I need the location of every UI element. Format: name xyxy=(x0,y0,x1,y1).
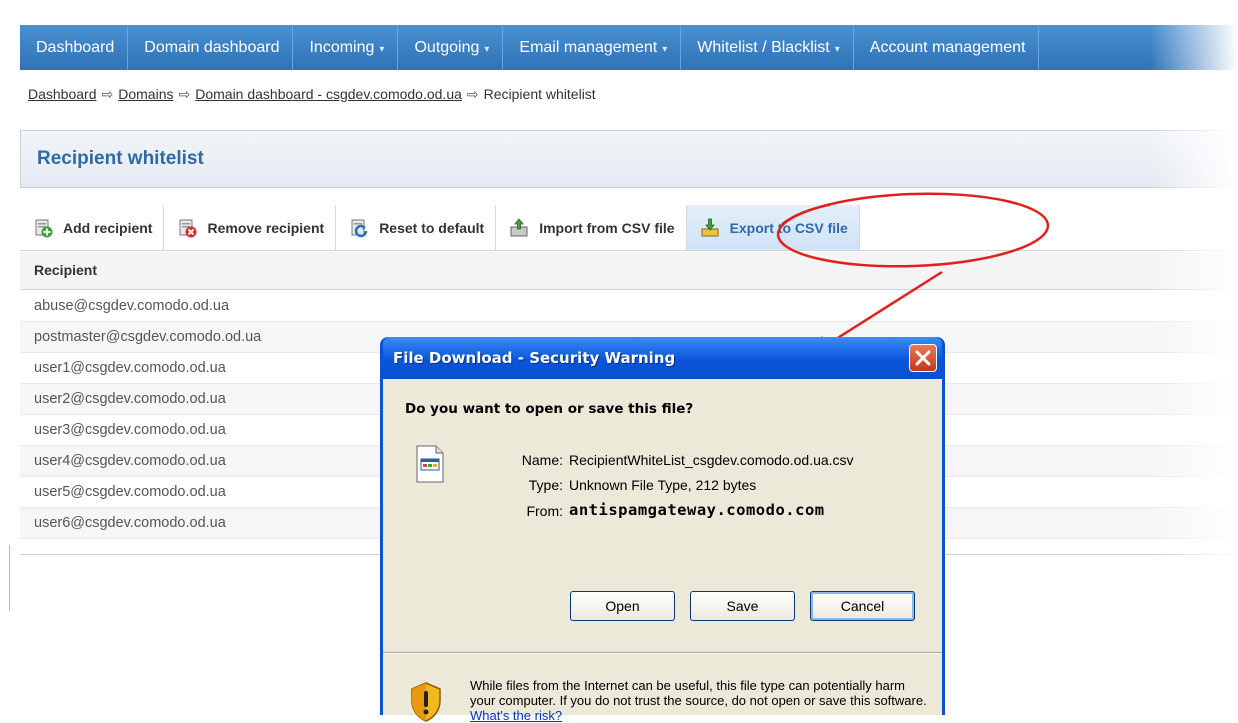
top-navigation: Dashboard Domain dashboard Incoming ▾ Out… xyxy=(20,25,1238,70)
shield-warning-icon xyxy=(411,682,441,722)
caret-down-icon: ▾ xyxy=(484,44,490,55)
reset-to-default-button[interactable]: Reset to default xyxy=(336,205,497,250)
export-csv-button[interactable]: Export to CSV file xyxy=(686,205,860,250)
nav-label: Incoming xyxy=(309,39,375,56)
reset-icon xyxy=(351,219,368,237)
divider xyxy=(9,545,10,611)
nav-label: Whitelist / Blacklist xyxy=(697,39,830,56)
import-csv-label: Import from CSV file xyxy=(539,219,675,236)
toolbar: Add recipient Remove recipient Reset to … xyxy=(20,205,1238,251)
save-button[interactable]: Save xyxy=(690,591,795,621)
name-label: Name: xyxy=(521,452,563,468)
nav-domain-dashboard[interactable]: Domain dashboard xyxy=(128,25,294,70)
file-icon xyxy=(416,445,444,483)
nav-label: Account management xyxy=(869,39,1026,56)
type-label: Type: xyxy=(528,477,563,493)
file-type-value: Unknown File Type, 212 bytes xyxy=(569,477,757,493)
nav-label: Dashboard xyxy=(36,39,115,56)
nav-dashboard[interactable]: Dashboard xyxy=(20,25,129,70)
whats-the-risk-link[interactable]: What's the risk? xyxy=(470,708,562,723)
file-source-value: antispamgateway.comodo.com xyxy=(569,501,825,519)
table-row[interactable]: abuse@csgdev.comodo.od.ua xyxy=(20,291,1238,322)
page-title-bar: Recipient whitelist xyxy=(20,130,1238,188)
breadcrumb-current: Recipient whitelist xyxy=(483,86,596,102)
nav-account-management[interactable]: Account management xyxy=(854,25,1040,70)
arrow-right-icon: ⇨ xyxy=(466,86,479,102)
caret-down-icon: ▾ xyxy=(379,44,385,55)
file-name-value: RecipientWhiteList_csgdev.comodo.od.ua.c… xyxy=(569,452,854,468)
arrow-right-icon: ⇨ xyxy=(178,86,191,102)
cancel-button[interactable]: Cancel xyxy=(810,591,915,621)
nav-email-management-menu[interactable]: Email management ▾ xyxy=(503,25,682,70)
nav-whitelist-blacklist-menu[interactable]: Whitelist / Blacklist ▾ xyxy=(681,25,854,70)
remove-recipient-label: Remove recipient xyxy=(207,219,325,236)
import-csv-icon xyxy=(510,217,528,236)
cancel-button-label: Cancel xyxy=(840,598,885,614)
remove-user-icon xyxy=(179,219,197,237)
breadcrumb: Dashboard ⇨ Domains ⇨ Domain dashboard - csg… xyxy=(28,86,596,103)
dialog-divider xyxy=(383,652,942,654)
warning-message: While files from the Internet can be use… xyxy=(470,678,927,708)
dialog-title: File Download - Security Warning xyxy=(393,349,676,367)
close-button[interactable] xyxy=(909,344,937,372)
open-button[interactable]: Open xyxy=(570,591,675,621)
nav-label: Outgoing xyxy=(414,39,480,56)
add-recipient-label: Add recipient xyxy=(63,219,153,236)
open-button-label: Open xyxy=(605,598,640,614)
arrow-right-icon: ⇨ xyxy=(101,86,114,102)
breadcrumb-link-dashboard[interactable]: Dashboard xyxy=(28,86,97,102)
column-header-recipient[interactable]: Recipient xyxy=(20,252,1238,290)
dialog-question: Do you want to open or save this file? xyxy=(405,401,694,417)
reset-to-default-label: Reset to default xyxy=(379,219,485,236)
breadcrumb-link-domain-dashboard[interactable]: Domain dashboard - csgdev.comodo.od.ua xyxy=(195,86,462,102)
breadcrumb-link-domains[interactable]: Domains xyxy=(118,86,173,102)
from-label: From: xyxy=(526,503,563,519)
save-button-label: Save xyxy=(726,598,759,614)
caret-down-icon: ▾ xyxy=(662,44,668,55)
add-user-icon xyxy=(35,219,53,237)
remove-recipient-button[interactable]: Remove recipient xyxy=(164,205,337,250)
export-csv-icon xyxy=(701,218,719,236)
export-csv-label: Export to CSV file xyxy=(729,219,848,236)
import-csv-button[interactable]: Import from CSV file xyxy=(496,205,687,250)
file-download-dialog: File Download - Security Warning Do you … xyxy=(380,337,945,723)
add-recipient-button[interactable]: Add recipient xyxy=(20,205,165,250)
nav-label: Email management xyxy=(519,39,658,56)
page-title: Recipient whitelist xyxy=(37,148,204,169)
nav-label: Domain dashboard xyxy=(144,39,280,56)
close-icon xyxy=(915,350,931,366)
nav-outgoing-menu[interactable]: Outgoing ▾ xyxy=(398,25,504,70)
dialog-titlebar[interactable]: File Download - Security Warning xyxy=(383,337,942,379)
security-warning-text: While files from the Internet can be use… xyxy=(470,678,930,723)
caret-down-icon: ▾ xyxy=(834,44,840,55)
nav-incoming-menu[interactable]: Incoming ▾ xyxy=(293,25,399,70)
dialog-body: Do you want to open or save this file? N… xyxy=(383,379,942,723)
